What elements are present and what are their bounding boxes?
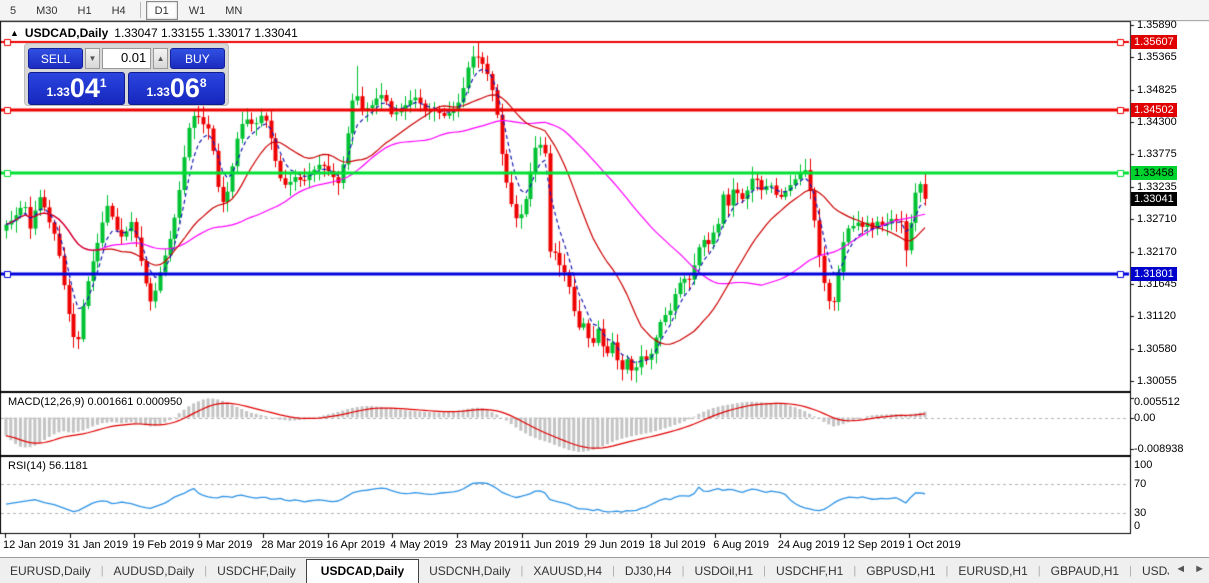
timeframe-button-MN[interactable]: MN	[216, 1, 251, 20]
macd-axis-tick: 0.00	[1134, 412, 1155, 424]
date-axis-label: 4 May 2019	[390, 539, 447, 551]
date-axis-label: 19 Feb 2019	[132, 539, 194, 551]
date-axis-label: 16 Apr 2019	[326, 539, 385, 551]
timeframe-button-M30[interactable]: M30	[27, 1, 66, 20]
price-axis-tick: 1.34825	[1137, 84, 1177, 96]
buy-button[interactable]: BUY	[170, 48, 225, 69]
price-axis-tick: 1.30055	[1137, 375, 1177, 387]
rsi-axis-tick: 70	[1134, 478, 1146, 490]
price-axis-tick: 1.32710	[1137, 213, 1177, 225]
date-axis-label: 6 Aug 2019	[713, 539, 769, 551]
timeframe-button-W1[interactable]: W1	[180, 1, 215, 20]
timeframe-toolbar: 5M30H1H4 D1W1MN	[0, 0, 1209, 21]
price-axis-tick: 1.32170	[1137, 246, 1177, 258]
one-click-trading-widget: SELL ▼ 0.01 ▲ BUY 1.33 04 1 1.33 06 8	[24, 43, 229, 106]
sell-price-sup: 1	[100, 76, 107, 90]
sell-button[interactable]: SELL	[28, 48, 83, 69]
price-axis-tick: 1.34300	[1137, 116, 1177, 128]
price-level-badge: 1.33458	[1131, 166, 1177, 180]
timeframe-button-D1[interactable]: D1	[146, 1, 178, 20]
price-axis-tick: 1.35890	[1137, 19, 1177, 31]
timeframe-button-5[interactable]: 5	[1, 1, 25, 20]
chart-tab-EURUSD-Daily[interactable]: EURUSD,Daily	[0, 560, 101, 582]
tab-scroll-right-icon[interactable]: ►	[1194, 563, 1205, 575]
buy-price-panel[interactable]: 1.33 06 8	[128, 72, 225, 105]
price-axis-tick: 1.33775	[1137, 148, 1177, 160]
sell-price-small: 1.33	[46, 85, 69, 99]
buy-price-big: 06	[170, 75, 200, 102]
sell-price-panel[interactable]: 1.33 04 1	[28, 72, 125, 105]
chart-tab-USDCHF-H1[interactable]: USDCHF,H1	[766, 560, 853, 582]
tab-scroll-left-icon[interactable]: ◄	[1175, 563, 1186, 575]
symbol-name: USDCAD,Daily	[25, 26, 108, 40]
timeframe-button-H1[interactable]: H1	[69, 1, 101, 20]
date-axis-label: 9 Mar 2019	[197, 539, 253, 551]
date-axis-label: 1 Oct 2019	[907, 539, 961, 551]
collapse-panel-icon[interactable]: ▲	[10, 28, 19, 38]
price-level-badge: 1.31801	[1131, 267, 1177, 281]
date-axis-label: 24 Aug 2019	[778, 539, 840, 551]
rsi-axis-tick: 100	[1134, 459, 1152, 471]
volume-decrease-button[interactable]: ▼	[85, 48, 100, 69]
rsi-axis-tick: 30	[1134, 507, 1146, 519]
trading-platform-window: 5M30H1H4 D1W1MN ▲ USDCAD,Daily 1.33047 1.…	[0, 0, 1209, 583]
volume-increase-button[interactable]: ▲	[153, 48, 168, 69]
date-axis-label: 12 Sep 2019	[842, 539, 904, 551]
chart-tab-EURUSD-H1[interactable]: EURUSD,H1	[948, 560, 1037, 582]
date-axis-label: 28 Mar 2019	[261, 539, 323, 551]
rsi-indicator-label: RSI(14) 56.1181	[8, 460, 88, 472]
volume-input[interactable]: 0.01	[102, 48, 152, 69]
chart-tab-bar: EURUSD,Daily|AUDUSD,Daily|USDCHF,DailyUS…	[0, 557, 1209, 583]
price-axis-tick: 1.31120	[1137, 310, 1176, 322]
chart-tab-GBPAUD-H1[interactable]: GBPAUD,H1	[1041, 560, 1129, 582]
macd-axis-tick: 0.005512	[1134, 396, 1180, 408]
price-level-badge: 1.33041	[1131, 192, 1177, 206]
toolbar-separator	[140, 2, 141, 18]
sell-price-big: 04	[70, 75, 100, 102]
chart-tab-AUDUSD-Daily[interactable]: AUDUSD,Daily	[104, 560, 205, 582]
ohlc-quote-text: 1.33047 1.33155 1.33017 1.33041	[114, 26, 298, 40]
date-axis-label: 31 Jan 2019	[68, 539, 129, 551]
date-axis-label: 11 Jun 2019	[520, 539, 580, 551]
macd-axis-tick: -0.008938	[1134, 443, 1184, 455]
date-axis-label: 29 Jun 2019	[584, 539, 645, 551]
rsi-axis-tick: 0	[1134, 520, 1140, 532]
buy-price-sup: 8	[200, 76, 207, 90]
date-axis-label: 12 Jan 2019	[3, 539, 64, 551]
price-level-badge: 1.34502	[1131, 103, 1177, 117]
date-axis-label: 23 May 2019	[455, 539, 519, 551]
buy-price-small: 1.33	[146, 85, 169, 99]
chart-tab-USDOil-H1[interactable]: USDOil,H1	[684, 560, 763, 582]
chart-tab-USDCNH-Daily[interactable]: USDCNH,Daily	[419, 560, 520, 582]
chart-tab-GBPUSD-H1[interactable]: GBPUSD,H1	[856, 560, 945, 582]
timeframe-button-H4[interactable]: H4	[103, 1, 135, 20]
chart-tab-XAUUSD-H4[interactable]: XAUUSD,H4	[523, 560, 612, 582]
chart-title: ▲ USDCAD,Daily 1.33047 1.33155 1.33017 1…	[10, 26, 298, 40]
date-axis-label: 18 Jul 2019	[649, 539, 706, 551]
chart-tab-USDCAD-Daily[interactable]: USDCAD,Daily	[306, 559, 419, 583]
chart-tab-DJ30-H4[interactable]: DJ30,H4	[615, 560, 682, 582]
chart-tab-USDCHF-Daily[interactable]: USDCHF,Daily	[207, 560, 306, 582]
price-axis-tick: 1.35365	[1137, 51, 1177, 63]
macd-indicator-label: MACD(12,26,9) 0.001661 0.000950	[8, 396, 182, 408]
price-level-badge: 1.35607	[1131, 35, 1177, 49]
price-axis-tick: 1.30580	[1137, 343, 1177, 355]
